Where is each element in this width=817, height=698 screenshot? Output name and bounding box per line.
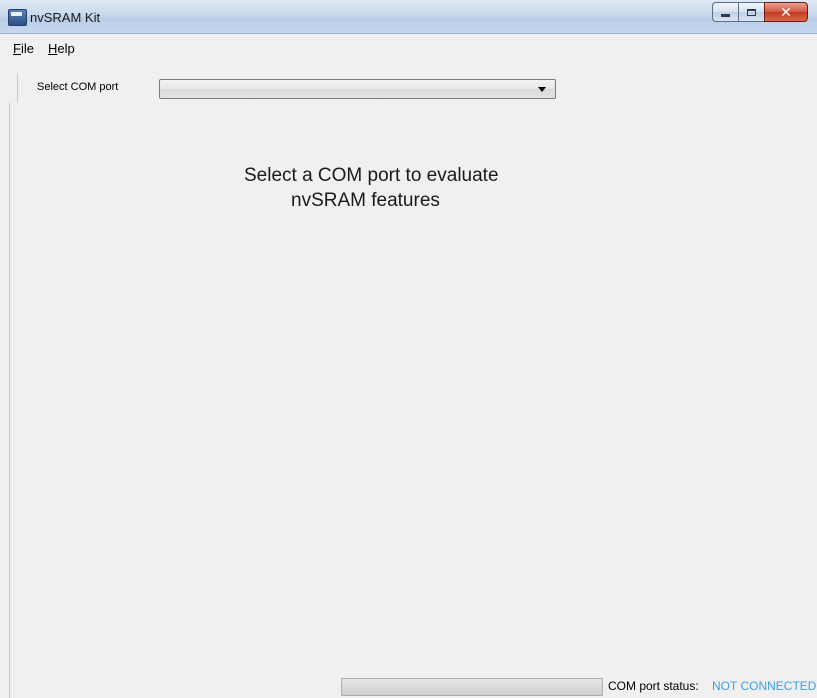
com-port-select[interactable] — [159, 79, 556, 99]
maximize-button[interactable] — [738, 2, 764, 22]
instruction-message: Select a COM port to evaluate nvSRAM fea… — [244, 163, 564, 213]
window-title: nvSRAM Kit — [30, 10, 101, 25]
status-bar: COM port status: NOT CONNECTED — [9, 677, 817, 698]
close-icon: ✕ — [780, 3, 792, 20]
com-port-status-label: COM port status: — [608, 679, 699, 693]
menu-file-rest: ile — [20, 40, 34, 56]
window-controls: ✕ — [712, 2, 808, 22]
menu-help-rest: elp — [57, 40, 75, 56]
app-window: nvSRAM Kit ✕ File Help Select COM port S… — [0, 0, 817, 698]
minimize-icon — [721, 13, 730, 17]
instruction-line-1: Select a COM port to evaluate — [244, 165, 499, 186]
instruction-line-2: nvSRAM features — [291, 190, 440, 211]
com-port-status-value: NOT CONNECTED — [712, 679, 817, 693]
menu-help[interactable]: Help — [44, 41, 83, 56]
menu-file-accelerator: F — [13, 40, 21, 56]
com-port-label: Select COM port — [37, 81, 119, 93]
menu-file[interactable]: File — [9, 41, 42, 56]
chevron-down-icon[interactable] — [538, 87, 546, 92]
close-button[interactable]: ✕ — [764, 2, 808, 22]
main-panel: Select a COM port to evaluate nvSRAM fea… — [9, 103, 817, 677]
nvsram-app-icon — [8, 9, 27, 26]
menu-help-accelerator: H — [47, 40, 58, 56]
com-port-toolbar: Select COM port — [17, 73, 817, 103]
maximize-icon — [747, 8, 756, 16]
minimize-button[interactable] — [712, 2, 738, 22]
connection-progress-bar — [341, 678, 603, 696]
title-bar[interactable]: nvSRAM Kit ✕ — [0, 0, 817, 34]
menu-bar: File Help — [9, 34, 817, 62]
